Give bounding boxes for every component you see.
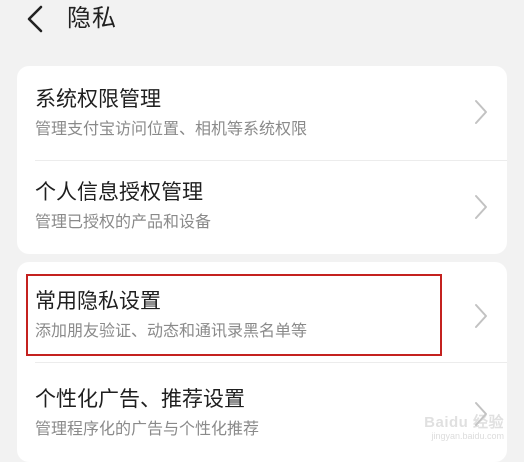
settings-group-1: 系统权限管理 管理支付宝访问位置、相机等系统权限 个人信息授权管理 管理已授权的…	[17, 66, 507, 254]
chevron-right-icon	[473, 98, 489, 126]
chevron-right-icon	[473, 193, 489, 221]
menu-item-personal-info-authorization[interactable]: 个人信息授权管理 管理已授权的产品和设备	[17, 160, 507, 254]
chevron-left-icon	[20, 2, 54, 36]
menu-item-subtitle: 管理已授权的产品和设备	[35, 212, 212, 231]
back-button[interactable]	[20, 2, 54, 36]
menu-item-subtitle: 管理程序化的广告与个性化推荐	[35, 419, 260, 438]
menu-item-common-privacy-settings[interactable]: 常用隐私设置 添加朋友验证、动态和通讯录黑名单等	[17, 262, 507, 356]
menu-item-system-permissions[interactable]: 系统权限管理 管理支付宝访问位置、相机等系统权限	[17, 66, 507, 160]
top-bar: 隐私	[0, 0, 524, 40]
watermark-url: jingyan.baidu.com	[431, 431, 504, 441]
chevron-right-icon	[473, 302, 489, 330]
menu-item-subtitle: 管理支付宝访问位置、相机等系统权限	[35, 119, 308, 138]
baidu-jingyan-watermark: Baidu 经验 jingyan.baidu.com	[408, 415, 504, 443]
menu-item-title: 个性化广告、推荐设置	[35, 387, 245, 411]
menu-item-subtitle: 添加朋友验证、动态和通讯录黑名单等	[35, 321, 308, 340]
page-title: 隐私	[67, 4, 117, 32]
menu-item-title: 系统权限管理	[35, 87, 161, 111]
watermark-logo-text: Baidu 经验	[424, 414, 504, 431]
menu-item-title: 个人信息授权管理	[35, 180, 203, 204]
menu-item-title: 常用隐私设置	[35, 289, 161, 313]
